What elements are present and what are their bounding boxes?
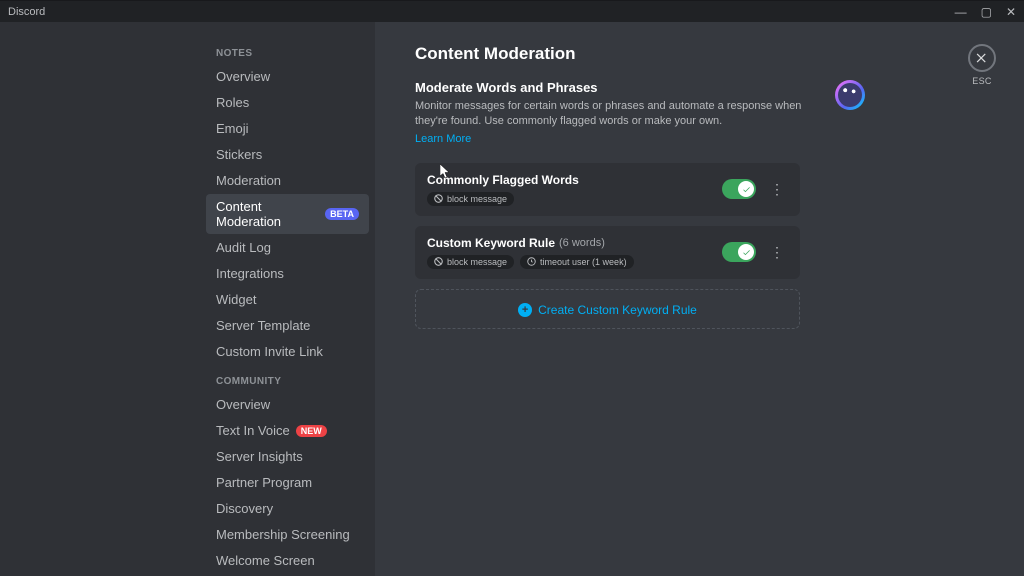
sidebar-item-label: Partner Program [216,475,312,490]
learn-more-link[interactable]: Learn More [415,133,471,145]
sidebar-item-content-moderation[interactable]: Content Moderation BETA [206,194,369,234]
rule-list: Commonly Flagged Wordsblock message⋮Cust… [415,163,800,279]
block-icon [434,194,443,203]
section-description: Monitor messages for certain words or ph… [415,99,819,130]
rule-more-button[interactable]: ⋮ [766,180,788,198]
page-title: Content Moderation [415,44,984,64]
sidebar-item-label: Widget [216,292,256,307]
sidebar-item-label: Discovery [216,501,273,516]
app-body: NOTES Overview Roles Emoji Stickers Moderatio… [0,22,1024,576]
sidebar-item-stickers[interactable]: Stickers [206,142,369,167]
sidebar-item-integrations[interactable]: Integrations [206,261,369,286]
left-spacer [0,22,200,576]
titlebar: Discord — ▢ ✕ [0,0,1024,22]
rule-toggle[interactable] [722,179,756,199]
rule-action-tag: timeout user (1 week) [520,255,634,269]
sidebar-item-welcome-screen[interactable]: Welcome Screen [206,548,369,573]
close-icon [975,51,989,65]
sidebar-section-label: COMMUNITY [206,372,369,391]
rule-title: Commonly Flagged Words [427,173,722,187]
sidebar-item-membership-screening[interactable]: Membership Screening [206,522,369,547]
sidebar-item-server-insights[interactable]: Server Insights [206,444,369,469]
sidebar-item-label: Text In Voice [216,423,290,438]
main-content: ESC Content Moderation Moderate Words an… [375,22,1024,576]
maximize-button[interactable]: ▢ [981,5,992,19]
sidebar-item-label: Custom Invite Link [216,344,323,359]
sidebar-badge: NEW [296,425,327,437]
sidebar-item-community-overview[interactable]: Overview [206,392,369,417]
sidebar-item-overview[interactable]: Overview [206,64,369,89]
sidebar-section-label: NOTES [206,44,369,63]
sidebar-item-discovery[interactable]: Discovery [206,496,369,521]
block-icon [434,257,443,266]
close-button[interactable] [968,44,996,72]
sidebar-item-emoji[interactable]: Emoji [206,116,369,141]
sidebar-item-label: Moderation [216,173,281,188]
sidebar-item-label: Integrations [216,266,284,281]
sidebar-item-label: Roles [216,95,249,110]
close-settings: ESC [968,44,996,86]
rule-card[interactable]: Commonly Flagged Words block message ⋮ [415,163,800,216]
close-label: ESC [968,76,996,86]
window-controls: — ▢ ✕ [955,5,1016,19]
feature-illustration [835,80,865,110]
clock-icon [527,257,536,266]
sidebar-item-label: Stickers [216,147,262,162]
sidebar-item-label: Overview [216,69,270,84]
sidebar-item-custom-invite-link[interactable]: Custom Invite Link [206,339,369,364]
sidebar-item-audit-log[interactable]: Audit Log [206,235,369,260]
minimize-button[interactable]: — [955,5,967,19]
sidebar-item-label: Content Moderation [216,199,319,229]
sidebar-badge: BETA [325,208,359,220]
app-title: Discord [8,6,45,18]
create-rule-button[interactable]: + Create Custom Keyword Rule [415,289,800,329]
sidebar-item-label: Membership Screening [216,527,350,542]
close-window-button[interactable]: ✕ [1006,5,1016,19]
rule-card[interactable]: Custom Keyword Rule(6 words) block messag… [415,226,800,279]
create-rule-label: Create Custom Keyword Rule [538,303,697,317]
sidebar-item-label: Emoji [216,121,249,136]
check-icon [742,248,751,257]
sidebar-item-label: Server Template [216,318,310,333]
section-header: Moderate Words and Phrases Monitor messa… [415,80,865,145]
rule-action-tag: block message [427,255,514,269]
rule-count: (6 words) [559,237,605,249]
sidebar-item-roles[interactable]: Roles [206,90,369,115]
rule-more-button[interactable]: ⋮ [766,243,788,261]
plus-icon: + [518,303,532,317]
check-icon [742,185,751,194]
sidebar-item-server-template[interactable]: Server Template [206,313,369,338]
sidebar-item-label: Audit Log [216,240,271,255]
rule-title: Custom Keyword Rule(6 words) [427,236,722,250]
section-title: Moderate Words and Phrases [415,80,819,95]
rule-action-tag: block message [427,192,514,206]
sidebar-item-partner-program[interactable]: Partner Program [206,470,369,495]
sidebar-item-label: Overview [216,397,270,412]
settings-sidebar: NOTES Overview Roles Emoji Stickers Moderatio… [200,22,375,576]
sidebar-item-label: Server Insights [216,449,303,464]
rule-toggle[interactable] [722,242,756,262]
sidebar-item-text-in-voice[interactable]: Text In Voice NEW [206,418,369,443]
sidebar-item-widget[interactable]: Widget [206,287,369,312]
sidebar-item-label: Welcome Screen [216,553,315,568]
sidebar-item-moderation[interactable]: Moderation [206,168,369,193]
